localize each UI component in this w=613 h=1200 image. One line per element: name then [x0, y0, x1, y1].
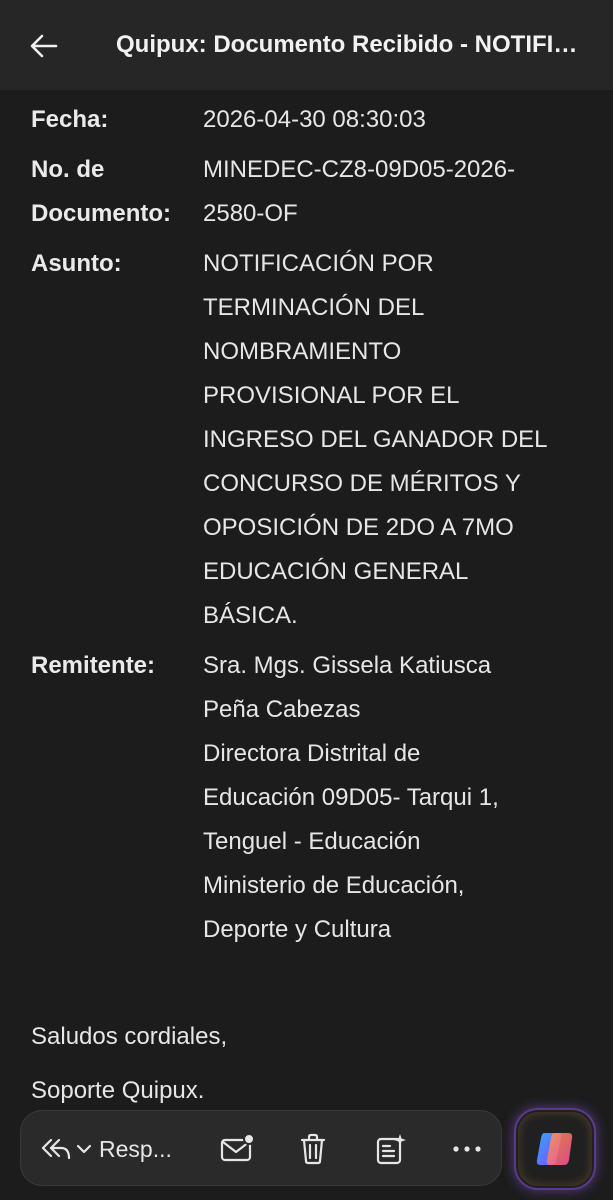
remitente-line: Directora Distrital de [203, 740, 421, 767]
remitente-line: Deporte y Cultura [203, 916, 392, 943]
documento-value-line: 2580-OF [203, 200, 298, 227]
copilot-button[interactable] [516, 1110, 594, 1188]
remitente-line: Ministerio de Educación, [203, 872, 465, 899]
remitente-value: Sra. Mgs. Gissela Katiusca Peña Cabezas … [203, 644, 591, 952]
message-action-bar: Resp... [20, 1110, 502, 1186]
top-app-bar: Quipux: Documento Recibido - NOTIFICACIÓ… [0, 0, 613, 90]
mark-unread-icon [220, 1133, 255, 1162]
summarize-button[interactable] [367, 1125, 415, 1173]
asunto-label: Asunto: [31, 250, 122, 277]
detail-row-fecha: Fecha: 2026-04-30 08:30:03 [31, 98, 591, 142]
copilot-icon [536, 1133, 573, 1165]
trash-icon [300, 1133, 326, 1165]
closing-greeting: Saludos cordiales, [31, 1023, 228, 1050]
chevron-down-icon[interactable] [75, 1140, 93, 1158]
more-options-button[interactable] [443, 1125, 491, 1173]
detail-row-asunto: Asunto: NOTIFICACIÓN POR TERMINACIÓN DEL… [31, 242, 591, 638]
asunto-line: CONCURSO DE MÉRITOS Y [203, 470, 521, 497]
delete-button[interactable] [289, 1125, 337, 1173]
asunto-line: TERMINACIÓN DEL [203, 294, 425, 321]
asunto-line: OPOSICIÓN DE 2DO A 7MO [203, 514, 514, 541]
documento-value-line: MINEDEC-CZ8-09D05-2026- [203, 156, 516, 183]
summary-sparkle-icon [376, 1134, 406, 1165]
arrow-left-icon [30, 34, 58, 58]
asunto-line: EDUCACIÓN GENERAL [203, 558, 469, 585]
detail-row-documento: No. de Documento: MINEDEC-CZ8-09D05-2026… [31, 148, 591, 236]
detail-row-remitente: Remitente: Sra. Mgs. Gissela Katiusca Pe… [31, 644, 591, 952]
asunto-line: PROVISIONAL POR EL [203, 382, 460, 409]
documento-label-line: No. de [31, 156, 105, 183]
more-horizontal-icon [453, 1146, 481, 1152]
remitente-line: Educación 09D05- Tarqui 1, [203, 784, 499, 811]
documento-label: No. de Documento: [31, 148, 203, 236]
mark-unread-button[interactable] [213, 1125, 261, 1173]
fecha-value: 2026-04-30 08:30:03 [203, 106, 426, 133]
reply-all-button[interactable]: Resp... [39, 1125, 191, 1173]
asunto-line: INGRESO DEL GANADOR DEL [203, 426, 548, 453]
asunto-line: NOMBRAMIENTO [203, 338, 402, 365]
message-subject-title: Quipux: Documento Recibido - NOTIFICACIÓ… [116, 31, 586, 58]
fecha-label: Fecha: [31, 106, 109, 133]
remitente-label: Remitente: [31, 652, 156, 679]
asunto-line: BÁSICA. [203, 602, 298, 629]
asunto-value: NOTIFICACIÓN POR TERMINACIÓN DEL NOMBRAM… [203, 242, 591, 638]
back-button[interactable] [20, 22, 68, 70]
message-details: Fecha: 2026-04-30 08:30:03 No. de Docume… [31, 98, 591, 958]
message-closing: Saludos cordiales, Soporte Quipux. [31, 1010, 227, 1118]
remitente-line: Tenguel - Educación [203, 828, 421, 855]
documento-value: MINEDEC-CZ8-09D05-2026- 2580-OF [203, 148, 591, 236]
reply-button-label: Resp... [99, 1135, 172, 1162]
reply-all-icon [41, 1138, 71, 1160]
remitente-line: Peña Cabezas [203, 696, 361, 723]
remitente-line: Sra. Mgs. Gissela Katiusca [203, 652, 492, 679]
asunto-line: NOTIFICACIÓN POR [203, 250, 434, 277]
documento-label-line: Documento: [31, 200, 171, 227]
